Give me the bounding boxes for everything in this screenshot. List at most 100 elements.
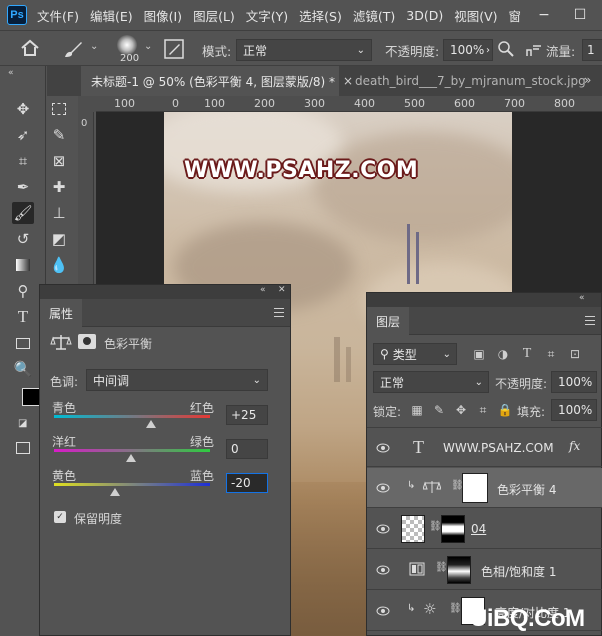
link-chain-icon[interactable]: ⛓ <box>451 480 464 491</box>
preserve-luminosity-checkbox[interactable]: ✓ <box>54 511 66 523</box>
collapse-panel-icon[interactable]: « <box>260 285 266 295</box>
collapse-tools-icon[interactable]: « <box>8 68 14 78</box>
quick-select-tool-icon[interactable]: ✎ <box>48 124 70 146</box>
flow-field[interactable]: 1 <box>582 39 602 61</box>
shape-filter-icon[interactable]: ⌗ <box>543 346 559 362</box>
smart-object-filter-icon[interactable]: ⊡ <box>567 346 583 362</box>
brush-size-chevron-icon[interactable]: ⌄ <box>144 41 152 52</box>
menu-layer[interactable]: 图层(L) <box>193 6 235 25</box>
brush-tip-icon[interactable] <box>117 35 137 55</box>
layer-row-04[interactable]: ⛓ 04 <box>367 509 602 549</box>
visibility-eye-icon[interactable] <box>376 522 390 536</box>
rectangle-tool-icon[interactable] <box>12 332 34 354</box>
link-chain-icon[interactable]: ⛓ <box>435 562 448 573</box>
menu-file[interactable]: 文件(F) <box>37 6 79 25</box>
menu-3d[interactable]: 3D(D) <box>406 8 443 23</box>
minimize-button[interactable]: − <box>530 0 558 30</box>
layer-thumbnail[interactable] <box>401 515 425 543</box>
lock-transparent-icon[interactable]: ▦ <box>409 402 425 418</box>
fill-field[interactable]: 100% <box>551 399 597 421</box>
yellow-blue-slider-thumb[interactable] <box>110 488 120 496</box>
history-brush-tool-icon[interactable]: ↺ <box>12 228 34 250</box>
dodge-tool-icon[interactable]: ⚲ <box>12 280 34 302</box>
adjustment-filter-icon[interactable]: ◑ <box>495 346 511 362</box>
magenta-green-slider[interactable] <box>54 449 210 452</box>
eyedropper-tool-icon[interactable]: ✒ <box>12 176 34 198</box>
tab-properties[interactable]: 属性 <box>40 299 83 327</box>
menu-filter[interactable]: 滤镜(T) <box>353 6 395 25</box>
layer-row-color-balance[interactable]: ↳ ⛓ 色彩平衡 4 <box>367 468 602 508</box>
tone-select[interactable]: 中间调 ⌄ <box>86 369 268 391</box>
panel-menu-icon[interactable] <box>585 316 595 325</box>
collapse-panel-icon[interactable]: « <box>579 293 585 303</box>
marquee-tool-icon[interactable] <box>48 98 70 120</box>
lock-artboard-icon[interactable]: ⌗ <box>475 402 491 418</box>
foreground-color-swatch[interactable] <box>22 388 40 406</box>
visibility-eye-icon[interactable] <box>376 604 390 618</box>
tab-untitled-1[interactable]: 未标题-1 @ 50% (色彩平衡 4, 图层蒙版/8) * × <box>81 66 353 96</box>
blur-tool-icon[interactable]: 💧 <box>48 254 70 276</box>
layer-mask-thumbnail[interactable] <box>462 473 488 503</box>
crop-tool-icon[interactable]: ⌗ <box>12 150 34 172</box>
layer-row-hue-saturation[interactable]: ⛓ 色相/饱和度 1 <box>367 550 602 590</box>
mask-icon[interactable] <box>78 334 96 349</box>
link-chain-icon[interactable]: ⛓ <box>429 521 442 532</box>
menu-select[interactable]: 选择(S) <box>299 6 342 25</box>
tab-death-bird[interactable]: death_bird___7_by_mjranum_stock.jpg <box>345 66 586 96</box>
layer-opacity-field[interactable]: 100% <box>551 371 597 393</box>
menu-type[interactable]: 文字(Y) <box>246 6 288 25</box>
lock-all-icon[interactable]: 🔒 <box>497 402 513 418</box>
visibility-eye-icon[interactable] <box>376 481 390 495</box>
layer-mask-thumbnail[interactable] <box>447 556 471 584</box>
maximize-button[interactable]: ☐ <box>566 0 594 30</box>
yellow-blue-slider[interactable] <box>54 483 210 486</box>
eraser-tool-icon[interactable]: ◩ <box>48 228 70 250</box>
panel-menu-icon[interactable] <box>274 308 284 317</box>
lock-position-icon[interactable]: ✥ <box>453 402 469 418</box>
cyan-red-value[interactable]: +25 <box>226 405 268 425</box>
frame-tool-icon[interactable]: ⊠ <box>48 150 70 172</box>
visibility-eye-icon[interactable] <box>376 441 390 455</box>
brush-tool-icon[interactable] <box>62 39 84 59</box>
type-tool-icon[interactable]: T <box>12 306 34 328</box>
airbrush-icon[interactable] <box>525 40 543 58</box>
home-icon[interactable] <box>20 39 40 57</box>
brush-settings-icon[interactable] <box>164 39 184 59</box>
yellow-blue-value[interactable]: -20 <box>226 473 268 493</box>
brush-preset-chevron-icon[interactable]: ⌄ <box>90 41 98 52</box>
clone-stamp-tool-icon[interactable]: ⊥ <box>48 202 70 224</box>
lasso-tool-icon[interactable]: ➶ <box>12 124 34 146</box>
blend-mode-select[interactable]: 正常 ⌄ <box>373 371 489 393</box>
move-tool-icon[interactable]: ✥ <box>12 98 34 120</box>
layer-filter-select[interactable]: ⚲ 类型 ⌄ <box>373 343 457 365</box>
menu-edit[interactable]: 编辑(E) <box>90 6 133 25</box>
brightness-icon: ☼ <box>423 600 437 618</box>
menu-window[interactable]: 窗 <box>509 6 522 25</box>
fx-badge[interactable]: fx <box>569 439 580 453</box>
healing-brush-tool-icon[interactable]: ✚ <box>48 176 70 198</box>
cyan-red-slider-thumb[interactable] <box>146 420 156 428</box>
magenta-green-value[interactable]: 0 <box>226 439 268 459</box>
layer-mask-thumbnail[interactable] <box>441 515 465 543</box>
zoom-tool-icon[interactable]: 🔍 <box>12 358 34 380</box>
brush-tool-button-icon[interactable]: 🖌 <box>12 202 34 224</box>
layer-row-text[interactable]: T WWW.PSAHZ.COM fx <box>367 427 602 467</box>
pixel-filter-icon[interactable]: ▣ <box>471 346 487 362</box>
tabs-overflow-icon[interactable]: » <box>584 73 591 87</box>
gradient-tool-icon[interactable] <box>12 254 34 276</box>
close-panel-icon[interactable]: ✕ <box>278 285 286 295</box>
menu-view[interactable]: 视图(V) <box>454 6 497 25</box>
cyan-red-slider[interactable] <box>54 415 210 418</box>
lock-pixels-icon[interactable]: ✎ <box>431 402 447 418</box>
menu-image[interactable]: 图像(I) <box>144 6 182 25</box>
magenta-green-slider-thumb[interactable] <box>126 454 136 462</box>
visibility-eye-icon[interactable] <box>376 563 390 577</box>
quick-mask-icon[interactable] <box>16 442 30 454</box>
link-chain-icon[interactable]: ⛓ <box>449 603 462 614</box>
mode-select[interactable]: 正常 ⌄ <box>236 39 372 61</box>
pressure-opacity-icon[interactable] <box>497 40 515 58</box>
opacity-field[interactable]: 100% › <box>443 39 493 61</box>
default-colors-icon[interactable]: ◪ <box>18 418 27 429</box>
tab-layers[interactable]: 图层 <box>367 307 410 335</box>
type-filter-icon[interactable]: T <box>519 346 535 362</box>
